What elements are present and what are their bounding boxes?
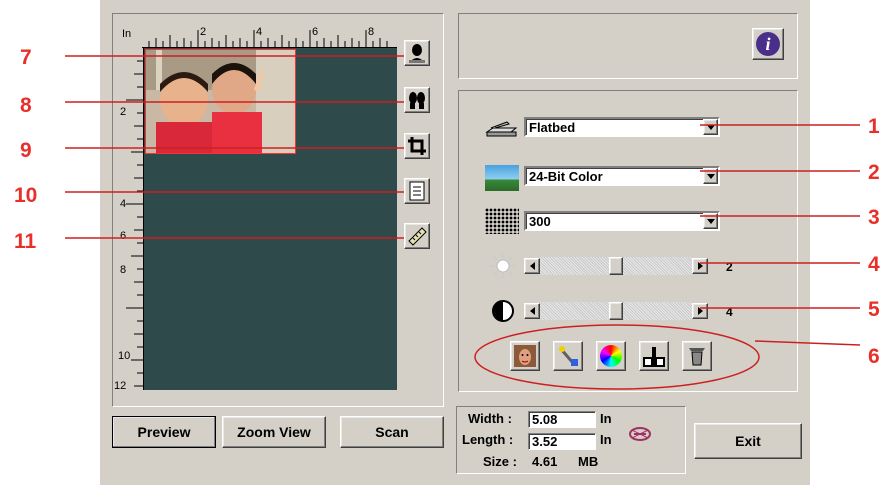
arrow-right-icon[interactable] xyxy=(692,258,708,274)
top-ruler: 2 4 6 8 xyxy=(142,22,397,48)
width-label: Width : xyxy=(468,411,512,426)
page-tool-icon xyxy=(409,181,425,201)
ruler-top-2: 2 xyxy=(200,26,207,38)
magic-wand-icon xyxy=(559,346,578,366)
brightness-thumb[interactable] xyxy=(609,257,623,275)
callout-11: 11 xyxy=(14,230,37,253)
info-panel xyxy=(458,13,798,79)
info-icon: i xyxy=(756,32,780,56)
resolution-select[interactable]: 300 xyxy=(524,211,720,231)
face-tool-icon xyxy=(514,345,536,367)
image-type-value: 24-Bit Color xyxy=(529,169,603,184)
scanner-window: In 2 4 6 8 2 4 6 8 10 12 Preview Zoom Vi… xyxy=(100,0,810,485)
image-type-icon xyxy=(485,165,519,191)
brightness-value: 2 xyxy=(726,260,733,274)
mirror-tool-icon xyxy=(409,92,425,109)
callout-1: 1 xyxy=(868,115,880,138)
size-unit: MB xyxy=(578,454,599,469)
contrast-slider[interactable] xyxy=(524,302,708,320)
ruler-left-6: 6 xyxy=(120,230,127,242)
children-photo-image xyxy=(146,50,295,153)
contrast-icon xyxy=(490,298,516,324)
portrait-tool-button[interactable] xyxy=(404,40,430,66)
ruler-top-4: 4 xyxy=(256,26,263,38)
length-field[interactable]: 3.52 xyxy=(528,433,596,450)
link-aspect-icon[interactable] xyxy=(628,426,652,442)
callout-10: 10 xyxy=(14,184,38,207)
contrast-thumb[interactable] xyxy=(609,302,623,320)
arrow-right-icon[interactable] xyxy=(692,303,708,319)
callout-4: 4 xyxy=(868,253,880,276)
ruler-tool-button[interactable] xyxy=(404,223,430,249)
scan-source-value: Flatbed xyxy=(529,120,576,135)
contrast-value: 4 xyxy=(726,305,733,319)
ruler-left-8: 8 xyxy=(120,264,127,276)
arrow-left-icon[interactable] xyxy=(524,258,540,274)
crop-tool-button[interactable] xyxy=(404,133,430,159)
callout-9: 9 xyxy=(20,139,32,162)
face-tool-button[interactable] xyxy=(510,341,540,371)
zoom-view-button[interactable]: Zoom View xyxy=(222,416,326,448)
ruler-unit: In xyxy=(122,28,132,40)
chevron-down-icon[interactable] xyxy=(703,119,718,135)
levels-button[interactable] xyxy=(639,341,669,371)
arrow-left-icon[interactable] xyxy=(524,303,540,319)
length-label: Length : xyxy=(462,432,514,447)
crop-tool-icon xyxy=(408,137,426,155)
page-tool-button[interactable] xyxy=(404,178,430,204)
mirror-tool-button[interactable] xyxy=(404,87,430,113)
size-value: 4.61 xyxy=(532,454,558,469)
callout-3: 3 xyxy=(868,206,880,229)
resolution-value: 300 xyxy=(529,214,551,229)
magic-wand-button[interactable] xyxy=(553,341,583,371)
scan-button[interactable]: Scan xyxy=(340,416,444,448)
ruler-left-4: 4 xyxy=(120,198,127,210)
size-label: Size : xyxy=(483,454,517,469)
portrait-tool-icon xyxy=(409,44,425,63)
color-wheel-button[interactable] xyxy=(596,341,626,371)
chevron-down-icon[interactable] xyxy=(703,213,718,229)
preview-photo xyxy=(145,49,296,154)
info-button[interactable]: i xyxy=(752,28,784,60)
preview-button[interactable]: Preview xyxy=(112,416,216,448)
ruler-left-12: 12 xyxy=(114,380,127,392)
callout-6: 6 xyxy=(868,345,880,368)
callout-2: 2 xyxy=(868,161,880,184)
flatbed-icon xyxy=(485,114,519,140)
callout-5: 5 xyxy=(868,298,880,321)
filter-icon xyxy=(689,348,705,366)
ruler-left-2: 2 xyxy=(120,106,127,118)
exit-button[interactable]: Exit xyxy=(694,423,802,459)
preview-area[interactable] xyxy=(144,48,397,390)
length-unit: In xyxy=(600,432,612,447)
ruler-left-10: 10 xyxy=(118,350,131,362)
ruler-top-8: 8 xyxy=(368,26,375,38)
chevron-down-icon[interactable] xyxy=(703,168,718,184)
left-ruler: 2 4 6 8 10 12 xyxy=(114,48,144,392)
callout-7: 7 xyxy=(20,46,32,69)
resolution-icon xyxy=(485,208,519,234)
brightness-slider[interactable] xyxy=(524,257,708,275)
brightness-icon xyxy=(490,253,516,279)
width-unit: In xyxy=(600,411,612,426)
scan-source-select[interactable]: Flatbed xyxy=(524,117,720,137)
color-wheel-icon xyxy=(600,345,622,367)
ruler-top-6: 6 xyxy=(312,26,319,38)
callout-8: 8 xyxy=(20,94,32,117)
width-field[interactable]: 5.08 xyxy=(528,411,596,428)
levels-icon xyxy=(643,347,665,367)
ruler-tool-icon xyxy=(408,227,427,246)
image-type-select[interactable]: 24-Bit Color xyxy=(524,166,720,186)
filter-button[interactable] xyxy=(682,341,712,371)
